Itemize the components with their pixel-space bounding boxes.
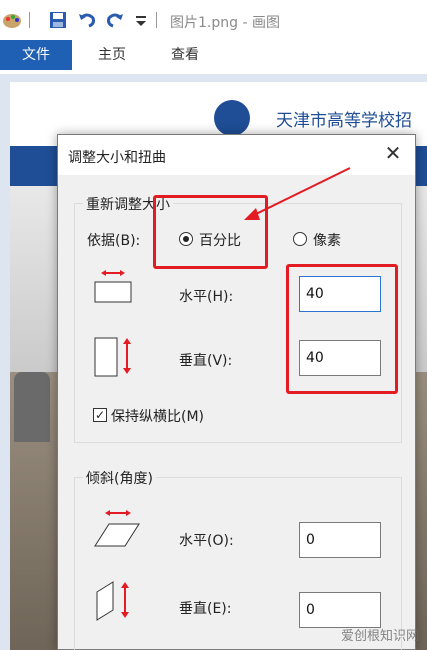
watermark-text: 爱创根知识网 bbox=[340, 629, 419, 644]
paint-window: 图片1.png - 画图 文件 主页 查看 天津市高等学校招 调整大小和扭曲 ✕… bbox=[0, 0, 427, 650]
annotation-arrow bbox=[244, 167, 351, 220]
